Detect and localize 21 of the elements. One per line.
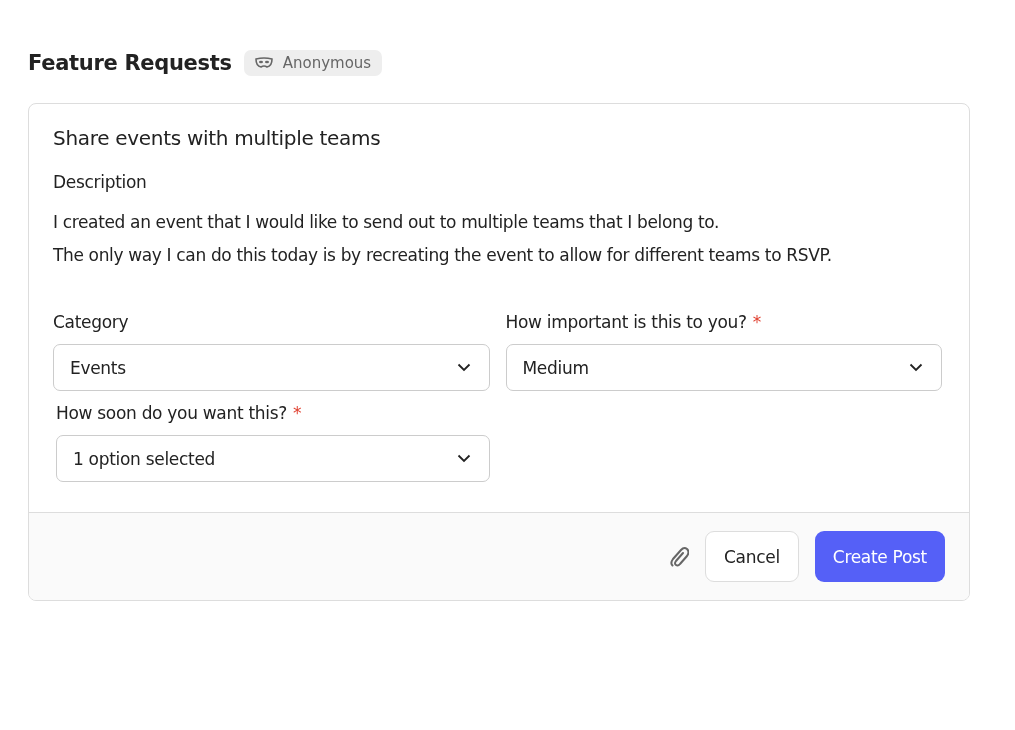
description-paragraph: The only way I can do this today is by recreating the event to allow for different teams to RSVP. xyxy=(53,244,833,267)
description-paragraph: I created an event that I would like to send out to multiple teams that I belong to. xyxy=(53,211,720,234)
page-title: Feature Requests xyxy=(28,51,232,75)
anonymous-badge: Anonymous xyxy=(243,50,383,76)
field-label: How important is this to you? xyxy=(505,312,747,332)
dropdown-select[interactable]: Events xyxy=(53,344,490,391)
required-mark: * xyxy=(752,312,762,332)
description-label: Description xyxy=(53,172,148,192)
create-post-button[interactable]: Create Post xyxy=(814,531,945,582)
chevron-down-icon xyxy=(456,454,471,463)
required-mark: * xyxy=(293,403,302,423)
post-title-field[interactable]: Share events with multiple teams xyxy=(53,126,942,150)
chevron-down-icon xyxy=(456,363,471,372)
chevron-down-icon xyxy=(909,363,923,372)
paperclip-icon[interactable] xyxy=(669,545,690,568)
dropdown-select[interactable]: Medium xyxy=(505,344,942,391)
mask-icon xyxy=(254,57,273,69)
cancel-button[interactable]: Cancel xyxy=(705,531,799,582)
field-label: Category xyxy=(53,312,129,332)
dropdown-select[interactable]: 1 option selected xyxy=(56,435,490,482)
field-label: How soon do you want this? xyxy=(56,403,287,423)
